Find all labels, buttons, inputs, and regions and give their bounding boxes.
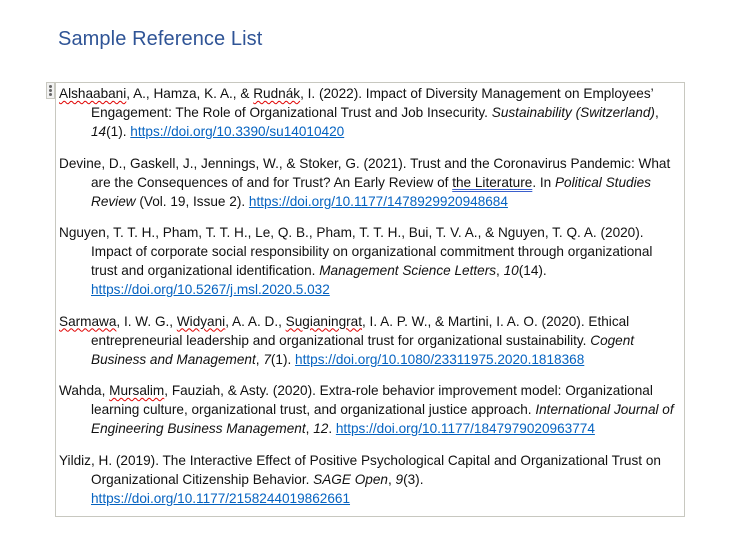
reference-item: Alshaabani, A., Hamza, K. A., & Rudnák, … xyxy=(59,84,681,141)
doi-link[interactable]: https://doi.org/10.1080/23311975.2020.18… xyxy=(295,352,584,367)
spellcheck-flagged-word[interactable]: Widyani xyxy=(177,314,225,329)
reference-item: Wahda, Mursalim, Fauziah, & Asty. (2020)… xyxy=(59,381,681,438)
drag-handle-icon[interactable] xyxy=(46,82,55,99)
reference-text: , xyxy=(387,471,396,487)
journal-title: SAGE Open xyxy=(313,471,388,487)
reference-item: Nguyen, T. T. H., Pham, T. T. H., Le, Q.… xyxy=(59,223,681,299)
issue-number: (1). xyxy=(106,124,131,139)
issue-number: (1). xyxy=(270,351,296,367)
handle-dot xyxy=(49,88,52,92)
reference-text: , A. A. D., xyxy=(225,313,286,329)
issue-number: (14). xyxy=(518,263,547,278)
volume-number: 14 xyxy=(91,124,107,139)
issue-number: (3). xyxy=(403,471,424,487)
reference-item: Yildiz, H. (2019). The Interactive Effec… xyxy=(59,451,681,508)
reference-item: Devine, D., Gaskell, J., Jennings, W., &… xyxy=(59,154,681,211)
journal-title: Sustainability (Switzerland) xyxy=(491,105,655,120)
reference-item: Sarmawa, I. W. G., Widyani, A. A. D., Su… xyxy=(59,312,681,369)
handle-dot xyxy=(49,85,52,89)
reference-text: , xyxy=(654,105,659,120)
page-title: Sample Reference List xyxy=(58,28,263,50)
doi-link[interactable]: https://doi.org/10.3390/su14010420 xyxy=(130,124,344,139)
spellcheck-flagged-word[interactable]: Sugianingrat xyxy=(286,314,362,329)
spellcheck-flagged-word[interactable]: Alshaabani xyxy=(59,86,126,101)
doi-link[interactable]: https://doi.org/10.1177/1478929920948684 xyxy=(249,194,508,209)
journal-title: Management Science Letters xyxy=(319,263,497,278)
reference-text: . In xyxy=(532,174,555,190)
volume-number: 7 xyxy=(263,351,271,367)
grammar-flagged-phrase[interactable]: the Literature xyxy=(452,175,532,190)
handle-dot xyxy=(49,92,52,96)
reference-text: , xyxy=(496,263,504,278)
spellcheck-flagged-word[interactable]: Rudnák xyxy=(253,86,300,101)
reference-text: , I. W. G., xyxy=(116,313,177,329)
reference-text: , A., Hamza, K. A., & xyxy=(126,86,254,101)
issue-number: . xyxy=(328,421,336,436)
reference-text: Wahda, xyxy=(59,383,110,398)
volume-number: 9 xyxy=(395,471,404,487)
doi-link[interactable]: https://doi.org/10.5267/j.msl.2020.5.032 xyxy=(91,282,330,297)
reference-list: Alshaabani, A., Hamza, K. A., & Rudnák , … xyxy=(59,84,681,520)
spellcheck-flagged-word[interactable]: Mursalim xyxy=(109,383,164,398)
spellcheck-flagged-word[interactable]: Sarmawa xyxy=(59,314,116,329)
doi-link[interactable]: https://doi.org/10.1177/2158244019862661 xyxy=(91,491,350,506)
volume-number: 10 xyxy=(503,263,519,278)
volume-number: 12 xyxy=(313,421,329,436)
doi-link[interactable]: https://doi.org/10.1177/1847979020963774 xyxy=(336,421,595,436)
reference-text: (Vol. 19, Issue 2). xyxy=(135,193,249,209)
